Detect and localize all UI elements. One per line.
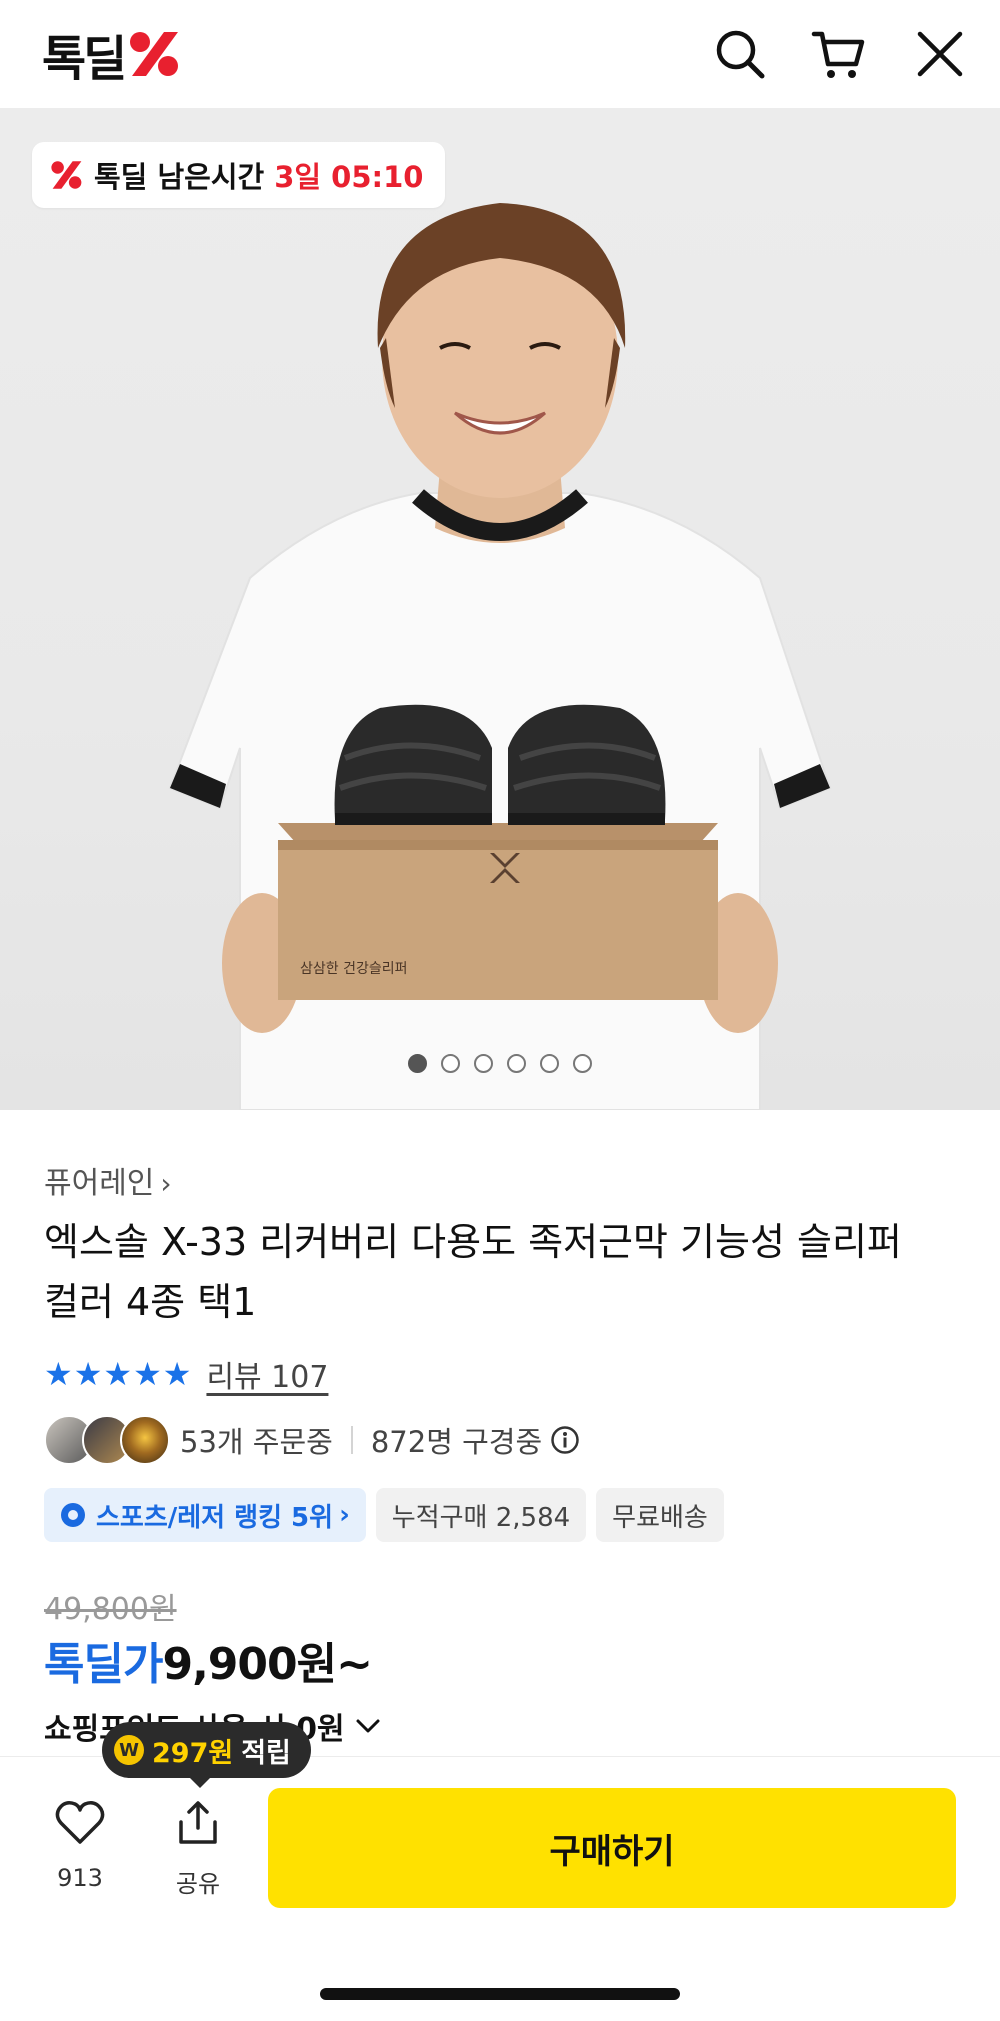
carousel-dot[interactable] <box>474 1054 493 1073</box>
chevron-right-icon: › <box>339 1500 350 1530</box>
order-count: 53개 주문중 <box>180 1425 333 1459</box>
avatar <box>120 1415 170 1465</box>
timer-value: 3일 05:10 <box>274 160 424 194</box>
brand-link[interactable]: 퓨어레인 › <box>44 1158 172 1202</box>
like-button[interactable]: 913 <box>40 1800 120 1892</box>
review-link[interactable]: 리뷰 107 <box>206 1352 328 1396</box>
tooltip-amount: 297원 <box>152 1737 234 1769</box>
star-rating-icon: ★★★★★ <box>44 1355 193 1393</box>
social-proof-row: 53개 주문중 872명 구경중 <box>44 1414 580 1466</box>
buyer-avatars <box>44 1415 170 1465</box>
divider <box>350 1426 353 1454</box>
chevron-down-icon <box>356 1719 380 1733</box>
carousel-dot[interactable] <box>540 1054 559 1073</box>
price-row: 톡딜가 9,900원~ <box>44 1628 373 1692</box>
product-tags: 스포츠/레저 랭킹 5위 › 누적구매 2,584 무료배송 <box>44 1488 724 1542</box>
share-icon <box>179 1801 217 1844</box>
home-indicator[interactable] <box>320 1988 680 2000</box>
tooltip-earn-label: 적립 <box>241 1737 291 1769</box>
percent-logo-icon <box>130 32 179 76</box>
title-line-2: 컬러 4종 택1 <box>44 1280 257 1324</box>
heart-icon <box>55 1801 105 1844</box>
viewer-count: 872명 구경중 <box>370 1425 543 1459</box>
coin-icon: W <box>114 1735 144 1765</box>
product-title: 엑스솔 X-33 리커버리 다용도 족저근막 기능성 슬리퍼 컬러 4종 택1 <box>44 1212 944 1332</box>
ranking-label: 스포츠/레저 랭킹 5위 <box>96 1502 334 1533</box>
carousel-dot[interactable] <box>507 1054 526 1073</box>
product-photo: 삼삼한 건강슬리퍼 <box>168 203 832 1110</box>
points-tooltip: W 297원 적립 <box>102 1722 311 1778</box>
info-icon[interactable] <box>550 1425 580 1455</box>
tooltip-tail <box>188 1776 212 1788</box>
deal-timer-badge: 톡딜 남은시간 3일 05:10 <box>32 142 446 208</box>
share-button[interactable]: 공유 <box>158 1800 238 1899</box>
carousel-dot[interactable] <box>573 1054 592 1073</box>
ranking-tag[interactable]: 스포츠/레저 랭킹 5위 › <box>44 1488 366 1542</box>
search-icon[interactable] <box>712 26 768 82</box>
deal-label: 톡딜가 <box>44 1639 163 1690</box>
original-price: 49,800원 <box>44 1592 177 1627</box>
brand-name: 퓨어레인 <box>44 1166 155 1201</box>
buy-button[interactable]: 구매하기 <box>268 1788 956 1908</box>
share-label: 공유 <box>175 1870 221 1898</box>
close-icon[interactable] <box>912 26 968 82</box>
carousel-dot[interactable] <box>441 1054 460 1073</box>
title-line-1: 엑스솔 X-33 리커버리 다용도 족저근막 기능성 슬리퍼 <box>44 1220 902 1264</box>
rating-row: ★★★★★ 리뷰 107 <box>44 1352 328 1396</box>
carousel-dot[interactable] <box>408 1054 427 1073</box>
product-image-carousel[interactable]: 삼삼한 건강슬리퍼 톡딜 남은시간 3일 05:10 <box>0 108 1000 1110</box>
chevron-right-icon: › <box>160 1167 172 1200</box>
percent-icon <box>51 161 82 189</box>
top-header: 톡딜 <box>0 0 1000 109</box>
talkdeal-logo[interactable]: 톡딜 <box>42 26 182 87</box>
carousel-indicator <box>0 1054 1000 1073</box>
like-count: 913 <box>57 1864 103 1892</box>
cart-icon[interactable] <box>810 26 866 82</box>
badge-gear-icon <box>61 1503 85 1527</box>
free-shipping-tag: 무료배송 <box>596 1488 724 1542</box>
cumulative-purchase-tag: 누적구매 2,584 <box>375 1488 587 1542</box>
timer-label: 톡딜 남은시간 <box>94 160 265 194</box>
box-text: 삼삼한 건강슬리퍼 <box>300 961 408 977</box>
deal-price: 9,900원~ <box>162 1639 373 1690</box>
logo-text: 톡딜 <box>42 31 127 87</box>
